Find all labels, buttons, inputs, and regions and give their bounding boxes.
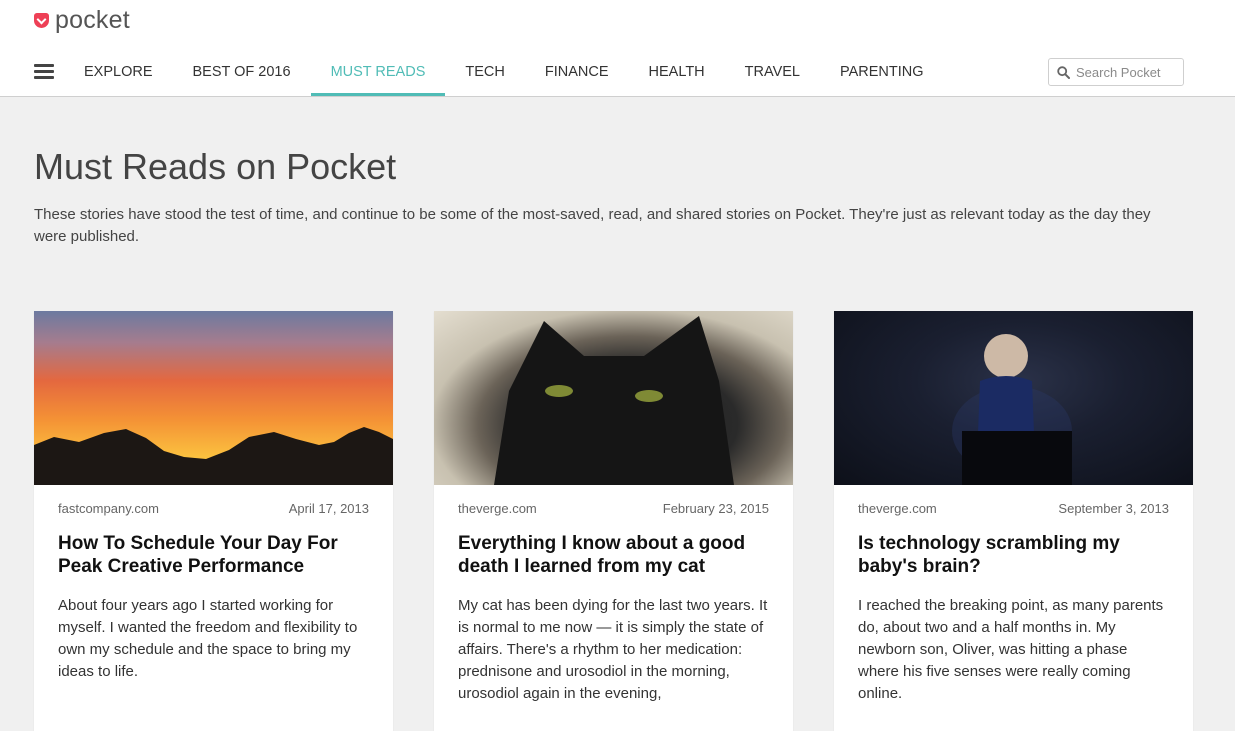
tab-best-of-2016[interactable]: BEST OF 2016 [173,52,311,96]
article-meta: theverge.com September 3, 2013 [858,501,1169,516]
tab-finance[interactable]: FINANCE [525,52,629,96]
page-description: These stories have stood the test of tim… [34,206,1151,245]
article-source[interactable]: theverge.com [858,501,937,516]
article-date: September 3, 2013 [1058,501,1169,516]
pocket-logo-icon [34,12,49,28]
tab-parenting[interactable]: PARENTING [820,52,944,96]
tab-must-reads[interactable]: MUST READS [310,52,446,96]
tab-tech[interactable]: TECH [445,52,524,96]
article-meta: fastcompany.com April 17, 2013 [58,501,369,516]
article-excerpt: I reached the breaking point, as many pa… [858,597,1164,702]
page-title: Must Reads on Pocket [34,146,397,187]
article-source[interactable]: theverge.com [458,501,537,516]
search-icon [1057,65,1070,79]
article-thumbnail-baby[interactable] [834,311,1193,485]
article-card[interactable]: fastcompany.com April 17, 2013 How To Sc… [34,311,393,731]
search-input[interactable] [1076,64,1176,80]
article-title[interactable]: How To Schedule Your Day For Peak Creati… [58,532,369,578]
top-bar: pocket EXPLORE BEST OF 2016 MUST READS T… [0,0,1235,97]
article-date: February 23, 2015 [662,501,769,516]
article-excerpt: My cat has been dying for the last two y… [458,597,768,702]
tab-health[interactable]: HEALTH [629,52,725,96]
article-meta: theverge.com February 23, 2015 [458,501,769,516]
article-source[interactable]: fastcompany.com [58,501,159,516]
article-date: April 17, 2013 [288,501,369,516]
hamburger-menu-icon[interactable] [34,64,54,79]
article-thumbnail-cat[interactable] [434,311,793,485]
article-card[interactable]: theverge.com February 23, 2015 Everythin… [434,311,793,731]
article-card[interactable]: theverge.com September 3, 2013 Is techno… [834,311,1193,731]
tab-travel[interactable]: TRAVEL [725,52,820,96]
brand-name: pocket [55,5,130,34]
tab-explore[interactable]: EXPLORE [64,52,173,96]
article-excerpt: About four years ago I started working f… [58,597,358,680]
article-title[interactable]: Is technology scrambling my baby's brain… [858,532,1169,578]
pocket-logo[interactable]: pocket [34,6,130,34]
article-thumbnail-sunset[interactable] [34,311,393,485]
search-box[interactable] [1048,58,1184,86]
category-nav: EXPLORE BEST OF 2016 MUST READS TECH FIN… [64,52,944,96]
article-title[interactable]: Everything I know about a good death I l… [458,532,769,578]
